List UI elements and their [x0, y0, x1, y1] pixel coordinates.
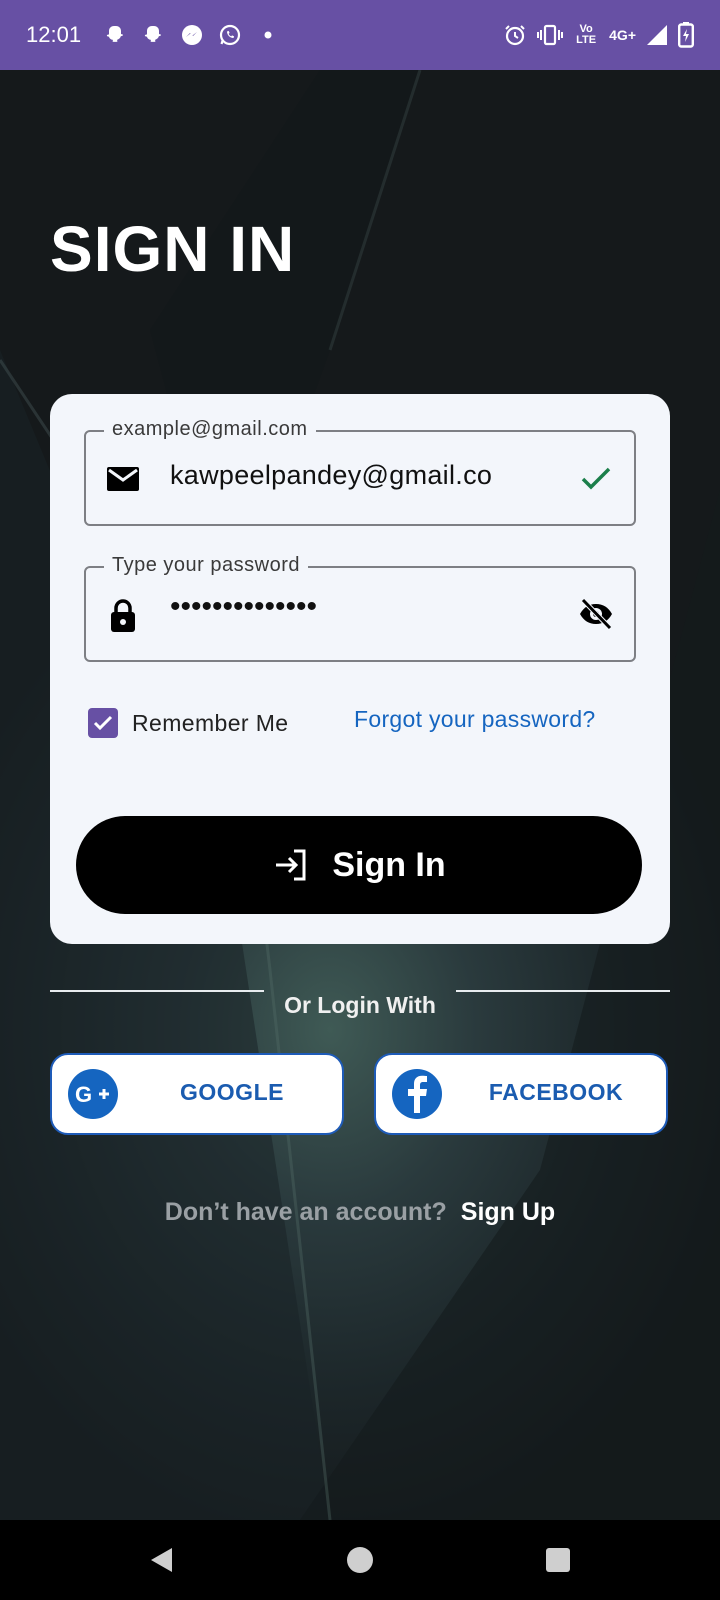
- network-type: 4G+: [609, 27, 636, 43]
- divider-right: [456, 990, 670, 992]
- sign-up-link[interactable]: Sign Up: [461, 1198, 555, 1226]
- recents-icon[interactable]: [538, 1540, 578, 1580]
- google-plus-icon: G: [68, 1069, 118, 1119]
- divider-left: [50, 990, 264, 992]
- google-button-label: GOOGLE: [180, 1079, 284, 1105]
- signup-question: Don’t have an account?: [164, 1198, 447, 1226]
- system-icons: Vo LTE 4G+: [503, 22, 694, 48]
- page-title: SIGN IN: [50, 213, 296, 285]
- status-time: 12:01: [26, 22, 82, 47]
- or-login-with: Or Login With: [284, 992, 436, 1018]
- svg-text:G: G: [75, 1082, 92, 1107]
- forgot-password-link[interactable]: Forgot your password?: [354, 706, 596, 733]
- sign-in-button-label: Sign In: [332, 845, 446, 884]
- alarm-icon: [503, 22, 527, 48]
- email-field-label: example@gmail.com: [104, 418, 316, 441]
- home-icon[interactable]: [340, 1540, 380, 1580]
- login-icon: [272, 845, 312, 885]
- status-bar: 12:01 Vo LTE 4G+: [0, 0, 720, 70]
- whatsapp-icon: [217, 22, 243, 48]
- remember-me[interactable]: Remember Me: [88, 708, 289, 738]
- password-field-label: Type your password: [104, 554, 308, 577]
- facebook-icon: [392, 1069, 442, 1119]
- messenger-icon: [179, 22, 205, 48]
- facebook-button-label: FACEBOOK: [488, 1079, 624, 1105]
- snapchat-icon: [141, 22, 167, 48]
- google-button[interactable]: G GOOGLE: [50, 1053, 344, 1135]
- email-input[interactable]: kawpeelpandey@gmail.co: [170, 460, 556, 491]
- password-input[interactable]: ••••••••••••••: [170, 590, 556, 624]
- navigation-bar: [0, 1520, 720, 1600]
- vibrate-icon: [537, 22, 564, 48]
- lock-icon: [106, 598, 140, 632]
- sign-in-button[interactable]: Sign In: [76, 816, 642, 914]
- facebook-button[interactable]: FACEBOOK: [374, 1053, 668, 1135]
- signal-icon: [646, 22, 668, 48]
- password-field[interactable]: Type your password ••••••••••••••: [84, 554, 636, 662]
- remember-me-label: Remember Me: [132, 709, 289, 736]
- signup-row: Don’t have an account? Sign Up: [0, 1198, 720, 1227]
- remember-me-checkbox[interactable]: [88, 708, 118, 738]
- snapchat-icon: [103, 22, 129, 48]
- volte-icon: Vo LTE: [576, 23, 597, 46]
- check-icon: [578, 460, 614, 496]
- dot-icon: [255, 22, 281, 48]
- eye-off-icon[interactable]: [578, 596, 614, 632]
- back-icon[interactable]: [142, 1540, 182, 1580]
- notification-icons: [103, 22, 281, 48]
- email-field[interactable]: example@gmail.com kawpeelpandey@gmail.co: [84, 418, 636, 526]
- sign-in-card: example@gmail.com kawpeelpandey@gmail.co…: [50, 394, 670, 944]
- mail-icon: [106, 462, 140, 496]
- battery-charging-icon: [678, 22, 694, 48]
